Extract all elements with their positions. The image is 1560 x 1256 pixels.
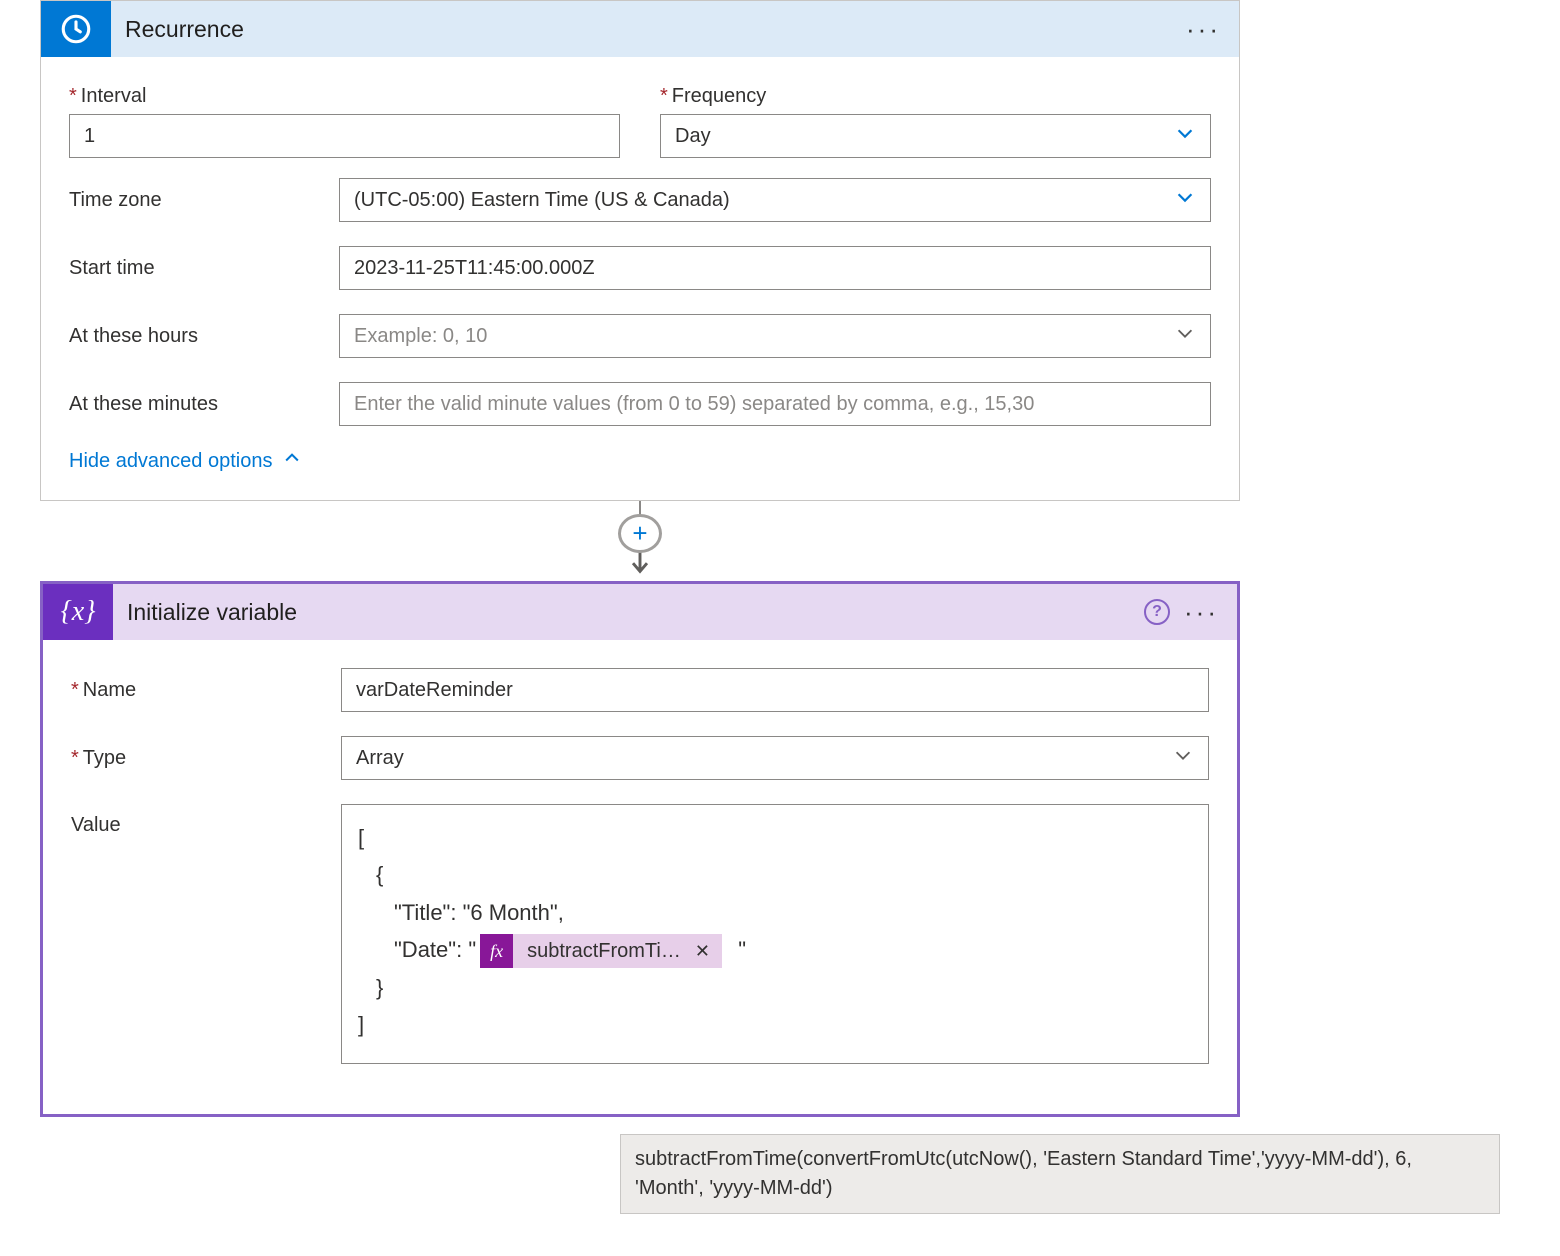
init-body: Name Type Array Value bbox=[43, 640, 1237, 1114]
interval-input[interactable] bbox=[69, 114, 620, 158]
expression-tooltip: subtractFromTime(convertFromUtc(utcNow()… bbox=[620, 1134, 1500, 1214]
variable-icon: {x} bbox=[43, 584, 113, 640]
hide-advanced-link[interactable]: Hide advanced options bbox=[69, 448, 302, 474]
json-bracket: [ bbox=[358, 819, 1192, 856]
recurrence-title: Recurrence bbox=[111, 16, 1186, 43]
chevron-down-icon bbox=[1174, 186, 1196, 214]
recurrence-header[interactable]: Recurrence ··· bbox=[41, 1, 1239, 57]
minutes-label: At these minutes bbox=[69, 393, 339, 416]
help-icon[interactable]: ? bbox=[1144, 599, 1170, 625]
fx-text: subtractFromTi… bbox=[513, 934, 691, 968]
init-header[interactable]: {x} Initialize variable ? ··· bbox=[43, 584, 1237, 640]
recurrence-body: Interval Frequency Day Time zone bbox=[41, 57, 1239, 500]
timezone-select[interactable]: (UTC-05:00) Eastern Time (US & Canada) bbox=[339, 178, 1211, 222]
date-suffix: " bbox=[738, 937, 746, 962]
timezone-label: Time zone bbox=[69, 189, 339, 212]
timezone-value: (UTC-05:00) Eastern Time (US & Canada) bbox=[354, 189, 730, 212]
more-icon[interactable]: ··· bbox=[1186, 14, 1221, 45]
expression-pill[interactable]: fxsubtractFromTi…✕ bbox=[480, 934, 722, 968]
more-icon[interactable]: ··· bbox=[1184, 597, 1219, 628]
json-brace-close: } bbox=[358, 969, 1192, 1006]
chevron-down-icon bbox=[1174, 322, 1196, 350]
name-input[interactable] bbox=[341, 668, 1209, 712]
name-label: Name bbox=[71, 679, 341, 702]
close-icon[interactable]: ✕ bbox=[691, 936, 722, 967]
interval-label: Interval bbox=[69, 85, 620, 108]
minutes-input[interactable] bbox=[339, 382, 1211, 426]
frequency-value: Day bbox=[675, 125, 711, 148]
starttime-input[interactable] bbox=[339, 246, 1211, 290]
chevron-up-icon bbox=[282, 448, 302, 474]
init-title: Initialize variable bbox=[113, 599, 1144, 626]
type-label: Type bbox=[71, 747, 341, 770]
plus-icon: + bbox=[632, 518, 647, 549]
starttime-label: Start time bbox=[69, 257, 339, 280]
chevron-down-icon bbox=[1172, 744, 1194, 772]
hours-placeholder: Example: 0, 10 bbox=[354, 325, 487, 348]
chevron-down-icon bbox=[1174, 122, 1196, 150]
add-step-button[interactable]: + bbox=[618, 514, 662, 553]
date-prefix: "Date": " bbox=[394, 937, 476, 962]
recurrence-card: Recurrence ··· Interval Frequency Day bbox=[40, 0, 1240, 501]
frequency-label: Frequency bbox=[660, 85, 1211, 108]
connector: + bbox=[40, 501, 1240, 581]
json-title-line: "Title": "6 Month", bbox=[358, 894, 1192, 931]
fx-icon: fx bbox=[480, 934, 513, 968]
json-bracket-close: ] bbox=[358, 1006, 1192, 1043]
frequency-select[interactable]: Day bbox=[660, 114, 1211, 158]
value-input[interactable]: [ { "Title": "6 Month", "Date": "fxsubtr… bbox=[341, 804, 1209, 1064]
json-date-line: "Date": "fxsubtractFromTi…✕ " bbox=[358, 931, 1192, 968]
hours-label: At these hours bbox=[69, 325, 339, 348]
hide-advanced-label: Hide advanced options bbox=[69, 450, 272, 473]
hours-select[interactable]: Example: 0, 10 bbox=[339, 314, 1211, 358]
initialize-variable-card: {x} Initialize variable ? ··· Name Type … bbox=[40, 581, 1240, 1117]
recurrence-icon bbox=[41, 1, 111, 57]
type-select[interactable]: Array bbox=[341, 736, 1209, 780]
type-value: Array bbox=[356, 747, 404, 770]
json-brace: { bbox=[358, 856, 1192, 893]
value-label: Value bbox=[71, 804, 341, 837]
